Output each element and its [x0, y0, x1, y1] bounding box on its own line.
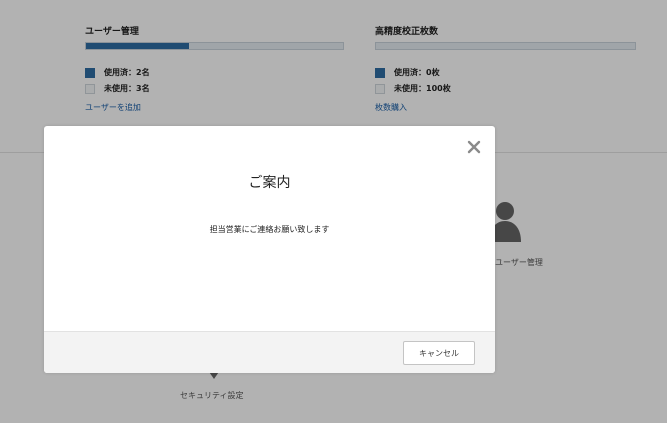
info-dialog: ご案内 担当営業にご連絡お願い致します キャンセル: [44, 126, 495, 373]
dialog-message: 担当営業にご連絡お願い致します: [209, 225, 330, 234]
cancel-button[interactable]: キャンセル: [403, 341, 475, 365]
dialog-title: ご案内: [248, 175, 291, 191]
dialog-footer: キャンセル: [44, 331, 495, 373]
close-icon[interactable]: [466, 139, 482, 155]
